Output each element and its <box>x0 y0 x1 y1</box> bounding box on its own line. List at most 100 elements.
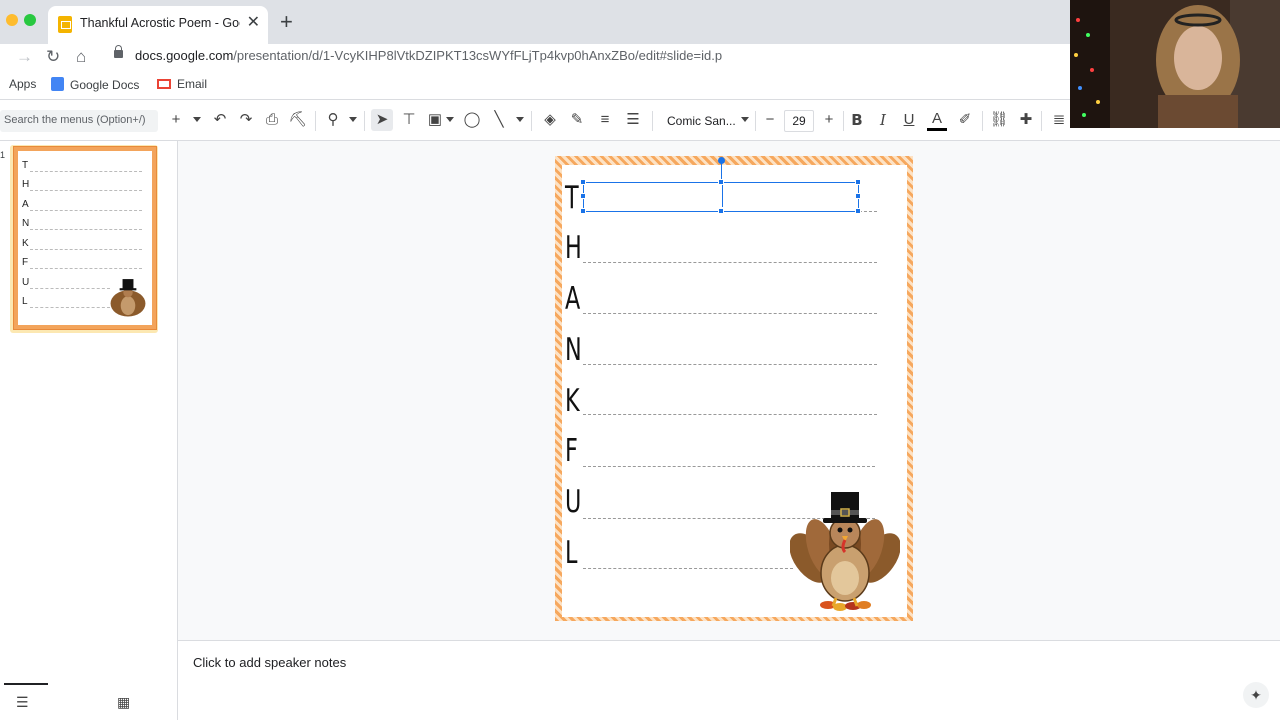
acrostic-letter: H <box>565 230 582 266</box>
new-slide-button[interactable]: + <box>168 109 184 131</box>
align-icon[interactable]: ≣ <box>1049 109 1069 131</box>
underline-icon[interactable]: U <box>900 109 918 131</box>
print-icon[interactable]: ⎙ <box>262 109 282 131</box>
toolbar-divider <box>982 111 983 131</box>
zoom-chevron-down-icon[interactable] <box>349 117 357 122</box>
acrostic-letter: K <box>565 383 580 419</box>
toolbar-divider <box>364 111 365 131</box>
font-family-select[interactable]: Comic San... <box>667 114 736 128</box>
thumb-turkey-icon <box>110 279 146 317</box>
thumb-letter: L <box>22 296 28 307</box>
resize-handle[interactable] <box>855 179 861 185</box>
thumb-letter: H <box>22 179 30 190</box>
resize-handle[interactable] <box>580 179 586 185</box>
thumb-line <box>30 229 142 230</box>
minimize-window-button[interactable] <box>6 14 18 26</box>
thumb-line <box>30 171 142 172</box>
slide-thumbnail[interactable]: T H A N K F U L <box>14 147 156 329</box>
speaker-notes-input[interactable]: Click to add speaker notes <box>193 655 346 670</box>
text-box-icon[interactable]: ⊤ <box>399 109 419 131</box>
reload-icon[interactable]: ↻ <box>46 46 60 68</box>
rotate-handle[interactable] <box>718 157 725 164</box>
image-chevron-down-icon[interactable] <box>446 117 454 122</box>
speaker-notes-resize-handle[interactable] <box>178 635 1280 641</box>
insert-image-icon[interactable]: ▣ <box>425 109 445 131</box>
increase-font-size-button[interactable]: + <box>820 109 838 131</box>
filmstrip-view-list-icon[interactable]: ☰ <box>16 694 29 711</box>
autumn-leaves <box>820 601 871 611</box>
new-tab-button[interactable]: + <box>280 10 293 34</box>
url-host: docs.google.com <box>135 48 234 63</box>
slides-favicon-icon <box>58 16 72 33</box>
zoom-icon[interactable]: ⚲ <box>323 109 343 131</box>
webcam-video-overlay <box>1070 0 1280 128</box>
writing-line <box>583 568 793 569</box>
redo-icon[interactable]: ↷ <box>236 109 256 131</box>
toolbar-divider <box>315 111 316 131</box>
insert-link-icon[interactable]: ⛓ <box>989 109 1009 131</box>
font-size-input[interactable]: 29 <box>784 110 814 132</box>
toolbar-divider <box>755 111 756 131</box>
acrostic-letter: A <box>565 281 581 317</box>
tab-title: Thankful Acrostic Poem - Goo <box>80 16 240 30</box>
slide-number: 1 <box>0 150 6 160</box>
writing-line <box>583 466 875 467</box>
toolbar-divider <box>843 111 844 131</box>
pilgrim-turkey-clipart[interactable] <box>790 488 900 613</box>
close-tab-icon[interactable]: ✕ <box>247 13 260 33</box>
resize-handle[interactable] <box>580 193 586 199</box>
acrostic-letter: F <box>565 433 578 469</box>
add-comment-icon[interactable]: ✚ <box>1016 109 1036 131</box>
italic-icon[interactable]: I <box>874 109 892 131</box>
border-weight-icon[interactable]: ≡ <box>595 109 615 131</box>
browser-tab[interactable]: Thankful Acrostic Poem - Goo ✕ <box>48 6 268 44</box>
writing-line <box>583 262 877 263</box>
thumb-letter: N <box>22 218 30 229</box>
font-family-chevron-down-icon[interactable] <box>741 117 749 122</box>
gmail-icon <box>157 79 171 89</box>
resize-handle[interactable] <box>718 208 724 214</box>
text-color-icon[interactable]: A <box>927 109 947 131</box>
bookmark-email[interactable]: Email <box>157 77 207 91</box>
border-color-icon[interactable]: ✎ <box>567 109 587 131</box>
url-input[interactable]: docs.google.com/presentation/d/1-VcyKIHP… <box>104 44 1074 70</box>
maximize-window-button[interactable] <box>24 14 36 26</box>
explore-icon[interactable]: ✦ <box>1243 682 1269 708</box>
acrostic-letter: T <box>565 180 579 216</box>
grid-view-icon[interactable]: ▦ <box>117 694 130 711</box>
line-chevron-down-icon[interactable] <box>516 117 524 122</box>
border-dash-icon[interactable]: ☰ <box>623 109 643 131</box>
search-menus-input[interactable]: Search the menus (Option+/) <box>0 110 158 132</box>
thumb-letter: F <box>22 257 29 268</box>
google-docs-icon <box>51 77 64 91</box>
decrease-font-size-button[interactable]: − <box>761 109 779 131</box>
home-icon[interactable]: ⌂ <box>76 46 86 68</box>
bold-icon[interactable]: B <box>848 109 866 131</box>
resize-handle[interactable] <box>855 208 861 214</box>
lock-icon <box>114 45 123 58</box>
acrostic-letter: N <box>565 332 582 368</box>
writing-line <box>583 313 877 314</box>
bookmark-apps-label: Apps <box>9 77 37 91</box>
thumb-line <box>30 249 142 250</box>
paint-format-icon[interactable]: ⛏ <box>288 109 308 131</box>
bookmark-google-docs[interactable]: Google Docs <box>51 77 139 92</box>
bookmark-email-label: Email <box>177 77 208 91</box>
forward-icon[interactable]: → <box>16 46 33 68</box>
select-cursor-icon[interactable]: ➤ <box>371 109 393 131</box>
fill-color-icon[interactable]: ◈ <box>540 109 560 131</box>
resize-handle[interactable] <box>580 208 586 214</box>
undo-icon[interactable]: ↶ <box>210 109 230 131</box>
writing-line <box>583 364 877 365</box>
resize-handle[interactable] <box>855 193 861 199</box>
toolbar-divider <box>1041 111 1042 131</box>
thumb-line <box>30 288 110 289</box>
new-slide-layout-chevron-down-icon[interactable] <box>193 117 201 122</box>
thumb-line <box>30 190 142 191</box>
highlight-color-icon[interactable]: ✐ <box>955 109 975 131</box>
bookmark-apps[interactable]: Apps <box>9 77 36 91</box>
shape-icon[interactable]: ◯ <box>462 109 482 131</box>
resize-handle[interactable] <box>718 179 724 185</box>
line-icon[interactable]: ╲ <box>489 109 509 131</box>
active-view-indicator <box>4 683 48 685</box>
